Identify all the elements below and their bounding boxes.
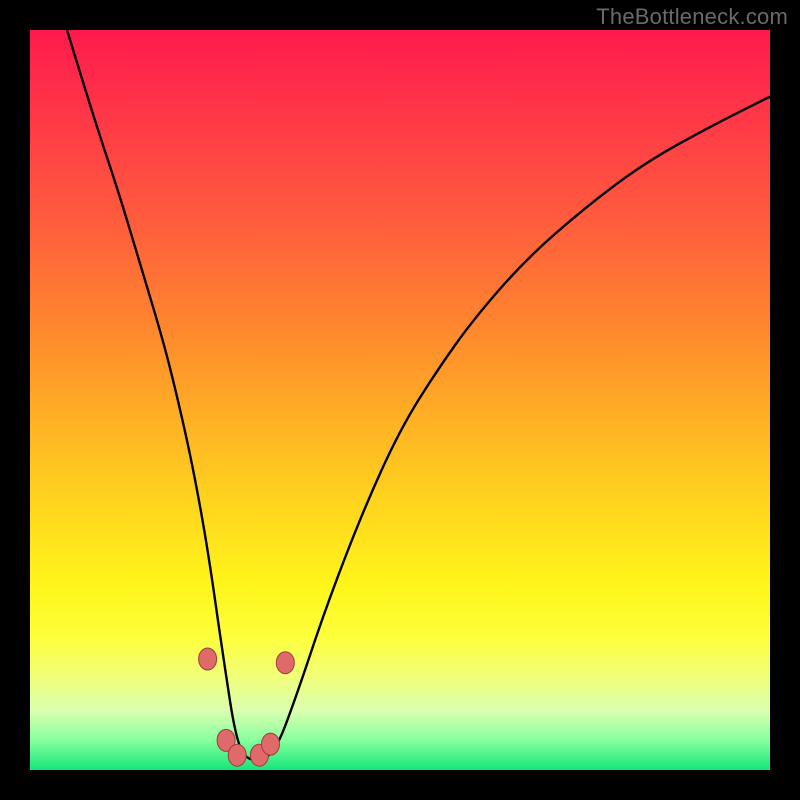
bottleneck-chart xyxy=(30,30,770,770)
curve-marker xyxy=(276,652,294,674)
curve-marker xyxy=(199,648,217,670)
watermark-text: TheBottleneck.com xyxy=(596,4,788,30)
curve-markers xyxy=(199,648,295,766)
bottleneck-curve xyxy=(67,30,770,760)
curve-marker xyxy=(228,744,246,766)
curve-marker xyxy=(262,733,280,755)
